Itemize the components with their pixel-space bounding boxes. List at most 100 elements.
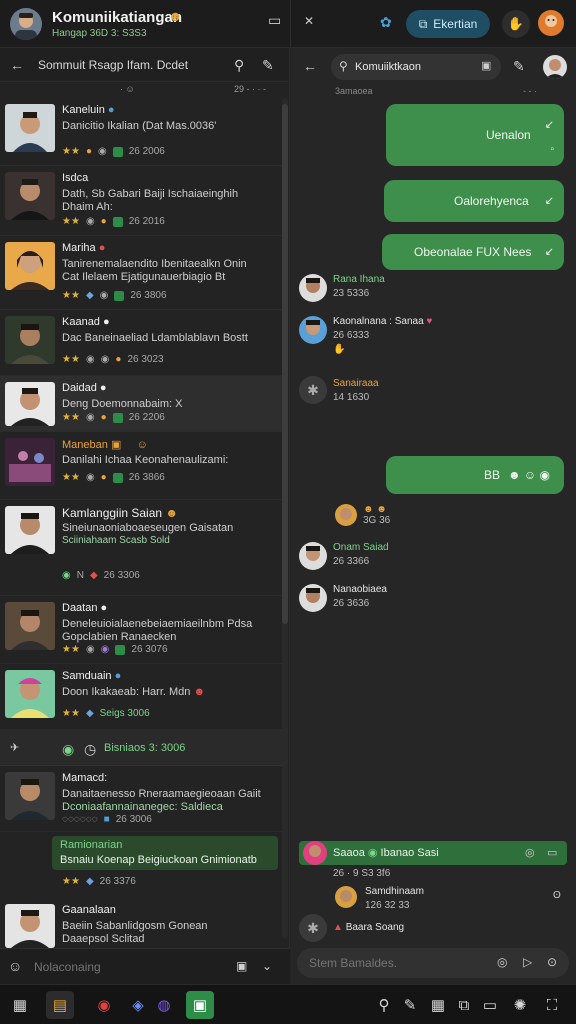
- more-icon[interactable]: ⊙: [547, 955, 557, 969]
- incoming-message[interactable]: Sanairaaa 14 1630: [333, 378, 379, 403]
- sender-avatar[interactable]: [299, 584, 327, 612]
- conversation-row[interactable]: Maneban ▣ ☺ Danilahi Ichaa Keonahenauliz…: [0, 432, 282, 500]
- message-meta: ★★ ◆ Seigs 3006: [62, 708, 150, 719]
- sender-avatar[interactable]: [299, 316, 327, 344]
- pin-icon[interactable]: ⚲: [370, 991, 398, 1019]
- outgoing-message[interactable]: Oalorehyenca ↙: [384, 180, 564, 222]
- chat-message-input[interactable]: [309, 954, 489, 972]
- incoming-message[interactable]: Rana Ihana 23 5336: [333, 274, 385, 299]
- highlight-message: Bsnaiu Koenap Beigiuckoan Gnimionatb: [60, 854, 257, 866]
- settings-icon[interactable]: ✿: [380, 14, 392, 31]
- conversation-row[interactable]: Kamlanggiin Saian ☻ Sineiunaoniaboaeseug…: [0, 500, 282, 596]
- screen-icon[interactable]: ▭: [476, 991, 504, 1019]
- pin-icon[interactable]: ✎: [262, 57, 274, 74]
- message-text: 26 3366: [333, 556, 370, 567]
- svg-text:✱: ✱: [307, 921, 319, 937]
- app-icon[interactable]: ◍: [150, 991, 178, 1019]
- message-text: BB: [483, 468, 500, 482]
- list-title: Sommuit Rsagp Ifam. Dcdet: [38, 58, 189, 72]
- emoji-icon[interactable]: ☺: [8, 958, 22, 974]
- message-meta: ★★ ◉ ● 26 3866: [62, 472, 165, 483]
- outgoing-message[interactable]: Obeonalae FUX Nees ↙: [382, 234, 564, 270]
- left-message-input[interactable]: [34, 957, 224, 977]
- conversation-row[interactable]: Gaanalaan Baeiin Sabanlidgosm Gonean Daa…: [0, 898, 282, 948]
- conversation-row[interactable]: Daatan ● Deneleuioialaenebeiaemiaeilnbm …: [0, 596, 282, 664]
- contact-name: Kamlanggiin Saian ☻: [62, 506, 179, 520]
- attach-icon[interactable]: ▣: [236, 959, 247, 973]
- share-label: Ekertian: [433, 17, 478, 31]
- outgoing-message[interactable]: Uenalon ↙ ▫: [386, 104, 564, 166]
- incoming-message[interactable]: Nanaobiaea 26 3636: [333, 584, 387, 609]
- contact-photo: [5, 506, 55, 554]
- reaction-icon: ✋: [333, 344, 346, 355]
- list-subheader-time: 29 - · · -: [234, 84, 267, 94]
- conversation-row[interactable]: Mamacd: Danaitaenesso Rneraamaegieoaan G…: [0, 766, 282, 832]
- user-avatar[interactable]: [538, 10, 564, 36]
- list-scrollbar-thumb[interactable]: [282, 104, 288, 624]
- highlighted-message[interactable]: Ramionarian Bsnaiu Koenap Beigiuckoan Gn…: [52, 836, 278, 870]
- calendar-icon[interactable]: ▣: [481, 59, 491, 72]
- conversation-row[interactable]: Mariha ● Tanirenemalaendito Ibenitaealkn…: [0, 236, 282, 310]
- back-arrow-icon[interactable]: ←: [10, 57, 24, 73]
- contact-photo: [5, 382, 55, 426]
- message-preview: Tanirenemalaendito Ibenitaealkn Onin: [62, 258, 247, 270]
- sender-avatar[interactable]: [335, 886, 357, 908]
- camera-icon[interactable]: ◎: [497, 955, 507, 969]
- back-arrow-icon[interactable]: ←: [303, 58, 317, 74]
- contact-photo: [5, 438, 55, 486]
- play-icon[interactable]: ▷: [523, 955, 532, 969]
- outgoing-message[interactable]: BB ☻ ☺ ◉: [386, 456, 564, 494]
- incoming-message[interactable]: Samdhinaam 126 32 33: [365, 886, 424, 911]
- copy-icon[interactable]: ▭: [547, 846, 557, 859]
- grid-icon[interactable]: ▦: [424, 991, 452, 1019]
- message-preview: Danaitaenesso Rneraamaegieoaan Gaiit: [62, 788, 261, 800]
- reaction-emojis: ☻ ☺ ◉: [507, 468, 550, 482]
- sender-avatar[interactable]: ✱: [299, 376, 327, 404]
- chat-contact-avatar[interactable]: [543, 55, 567, 79]
- message-preview-line2: Cat Ilelaem Ejatigunauerbiagio Bt: [62, 271, 226, 283]
- tick-icon: ↙: [544, 246, 554, 258]
- record-icon[interactable]: ◎: [525, 846, 535, 859]
- highlight-meta: ★★ ◆ 26 3376: [62, 876, 136, 887]
- contact-photo: [5, 904, 55, 948]
- conversation-row[interactable]: Isdca Dath, Sb Gabari Baiji Ischaiaeingh…: [0, 166, 282, 236]
- link-icon[interactable]: ⚲: [234, 57, 244, 74]
- sender-name: Nanaobiaea: [333, 584, 387, 595]
- pen-icon[interactable]: ✎: [396, 991, 424, 1019]
- expand-icon[interactable]: ⛶: [538, 991, 566, 1019]
- file-explorer-icon[interactable]: ▤: [46, 991, 74, 1019]
- browser-icon[interactable]: ◈: [124, 991, 152, 1019]
- share-button[interactable]: ⧉ Ekertian: [406, 10, 490, 38]
- incoming-message[interactable]: ▲ Baara Soang: [333, 922, 404, 933]
- hands-icon[interactable]: ✋: [502, 10, 530, 38]
- windows-icon[interactable]: ▦: [6, 991, 34, 1019]
- share-icon[interactable]: ⧉: [450, 991, 478, 1019]
- incoming-message[interactable]: Onam Saiad 26 3366: [333, 542, 389, 567]
- message-icon[interactable]: ▭: [268, 12, 281, 29]
- chevron-down-icon[interactable]: ⌄: [262, 959, 272, 973]
- search-input[interactable]: [355, 58, 475, 76]
- green-app-icon[interactable]: ▣: [186, 991, 214, 1019]
- message-preview-line2: Dconiaafannainanegec: Saldieca: [62, 801, 223, 813]
- list-subheader: · ☺ 29 - · · -: [0, 82, 289, 98]
- message-meta: ★★ ◉ ◉ 26 3076: [62, 644, 168, 655]
- incoming-message[interactable]: Kaonalnana : Sanaa ♥ 26 6333 ✋: [333, 316, 432, 355]
- sender-avatar[interactable]: ✱: [299, 914, 327, 942]
- conversation-row[interactable]: Samduain ● Doon Ikakaeab: Harr. Mdn ☻ ★★…: [0, 664, 282, 730]
- message-preview: Baeiin Sabanlidgosm Gonean: [62, 920, 208, 932]
- collapse-icon[interactable]: ✕: [304, 14, 314, 28]
- message-text: 23 5336: [333, 288, 370, 299]
- conversation-row[interactable]: Kaneluin ● Danicitio Ikalian (Dat Mas.00…: [0, 98, 282, 166]
- message-preview-line2: Gopclabien Ranaecken: [62, 631, 177, 643]
- conversation-row[interactable]: Kaanad ● Dac Baneinaeliad Ldamblablavn B…: [0, 310, 282, 376]
- contact-photo: [5, 242, 55, 290]
- sender-avatar[interactable]: [299, 274, 327, 302]
- sender-avatar[interactable]: [299, 542, 327, 570]
- pin-icon[interactable]: ✎: [513, 58, 525, 75]
- profile-avatar[interactable]: [10, 8, 42, 40]
- settings-icon[interactable]: ✺: [506, 991, 534, 1019]
- taskbar: ▦ ▤ ◉ ◈ ◍ ▣ ⚲ ✎ ▦ ⧉ ▭ ✺ ⛶: [0, 984, 576, 1024]
- pinned-message-bar[interactable]: Saaoa ◉ Ibanao Sasi ◎ ▭: [299, 841, 567, 865]
- chrome-icon[interactable]: ◉: [90, 991, 118, 1019]
- conversation-row-selected[interactable]: Daidad ● Deng Doemonnabaim: X ★★ ◉ ● 26 220…: [0, 376, 282, 432]
